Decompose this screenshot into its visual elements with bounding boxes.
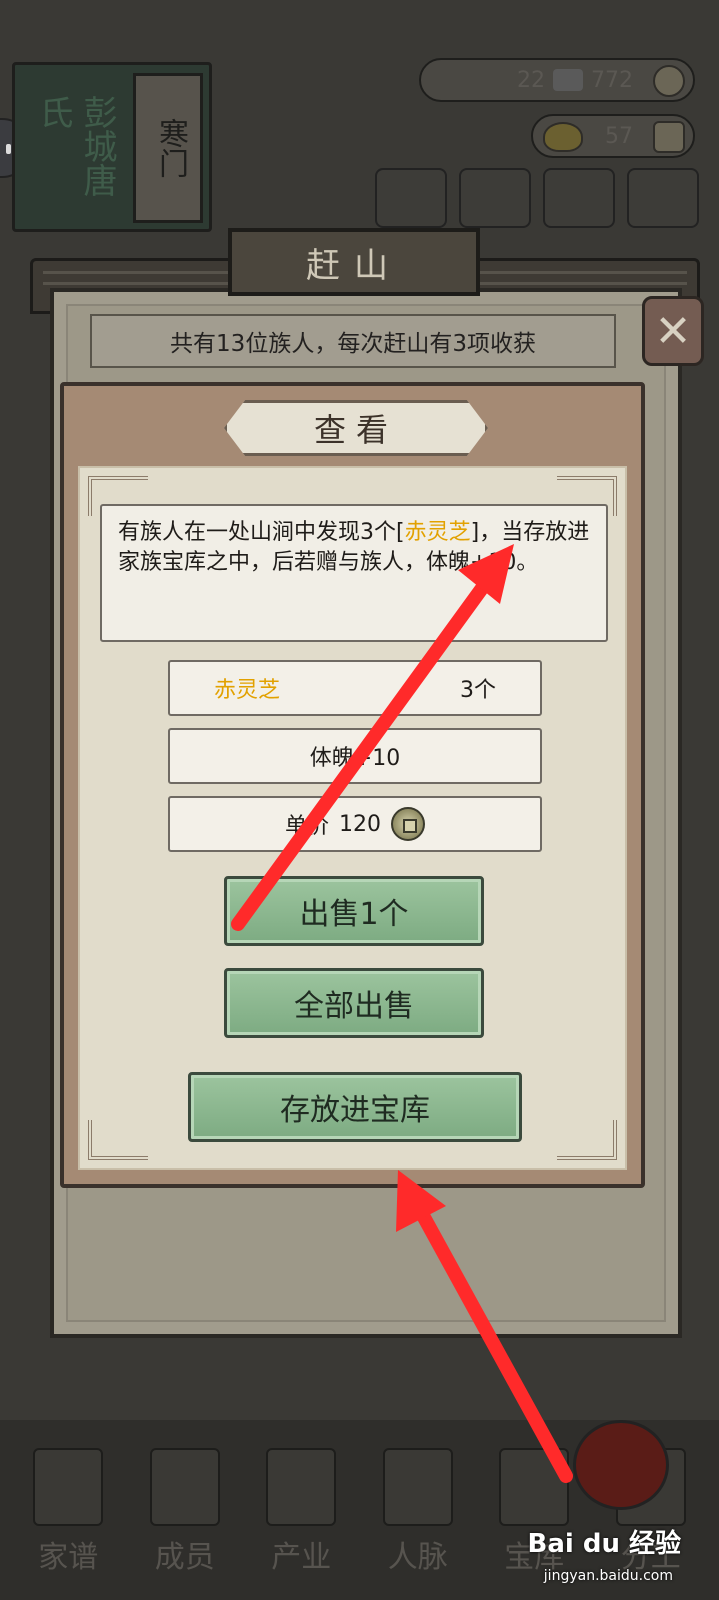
item-name: 赤灵芝: [214, 678, 281, 703]
foraging-info: 共有13位族人，每次赶山有3项收获: [90, 314, 616, 368]
add-gold-icon[interactable]: [653, 121, 685, 153]
copper-coin-icon: [391, 807, 425, 841]
property-icon: [266, 1448, 337, 1526]
copper-count: 772: [591, 67, 633, 93]
clan-name: 彭城唐氏: [33, 95, 117, 197]
top-shortcut-icons: [375, 168, 699, 228]
store-in-treasury-button[interactable]: 存放进宝库: [188, 1072, 522, 1142]
gold-ingot-icon: [543, 122, 583, 152]
clan-status-card: 寒门: [133, 73, 203, 223]
lantern-icon[interactable]: [573, 1420, 669, 1510]
sell-one-button[interactable]: 出售1个: [224, 876, 484, 946]
currency-bar: 22 772: [419, 58, 695, 102]
clan-banner: 彭城唐氏 寒门: [12, 62, 212, 232]
item-name-highlight: 赤灵芝: [404, 520, 471, 545]
copper-coin-icon: [653, 65, 685, 97]
nav-item-members[interactable]: 成员: [143, 1448, 227, 1576]
item-row: 赤灵芝 3个: [168, 660, 542, 716]
connections-icon: [382, 1448, 453, 1526]
effect-row: 体魄+10: [168, 728, 542, 784]
price-row: 单价 120: [168, 796, 542, 852]
gold-count: 57: [605, 123, 633, 149]
silver-count: 22: [517, 67, 545, 93]
watermark-url: jingyan.baidu.com: [543, 1568, 673, 1584]
silver-icon: [553, 69, 583, 91]
close-button[interactable]: ✕: [642, 296, 704, 366]
item-effect: 体魄+10: [309, 746, 401, 771]
shortcut-icon[interactable]: [627, 168, 699, 228]
view-title: 查看: [224, 400, 488, 456]
close-icon: ✕: [654, 305, 692, 357]
item-description: 有族人在一处山涧中发现3个[赤灵芝]，当存放进家族宝库之中，后若赠与族人，体魄+…: [100, 504, 608, 642]
members-icon: [149, 1448, 220, 1526]
baidu-watermark: Bai du 经验: [527, 1529, 682, 1559]
view-panel: 查看 有族人在一处山涧中发现3个[赤灵芝]，当存放进家族宝库之中，后若赠与族人，…: [60, 382, 645, 1188]
family-tree-icon: [33, 1448, 104, 1526]
nav-item-property[interactable]: 产业: [259, 1448, 343, 1576]
treasury-icon: [499, 1448, 570, 1526]
shortcut-icon[interactable]: [543, 168, 615, 228]
sell-all-button[interactable]: 全部出售: [224, 968, 484, 1038]
dialog-title: 赶山: [228, 228, 480, 296]
shortcut-icon[interactable]: [459, 168, 531, 228]
shortcut-icon[interactable]: [375, 168, 447, 228]
price-label: 单价: [284, 814, 329, 839]
item-count: 3个: [460, 678, 496, 703]
price-value: 120: [339, 811, 381, 837]
gold-bar: 57: [531, 114, 695, 158]
nav-item-family-tree[interactable]: 家谱: [26, 1448, 110, 1576]
nav-item-connections[interactable]: 人脉: [376, 1448, 460, 1576]
